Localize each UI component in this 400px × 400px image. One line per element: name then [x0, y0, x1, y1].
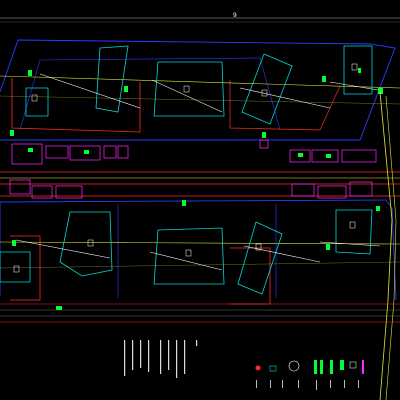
green-marker: [28, 70, 32, 76]
top-mark: 9: [233, 12, 237, 19]
cad-site-plan: 9: [0, 0, 400, 400]
legend-swatch-red: [255, 365, 261, 371]
legend-swatch-green: [314, 360, 317, 374]
